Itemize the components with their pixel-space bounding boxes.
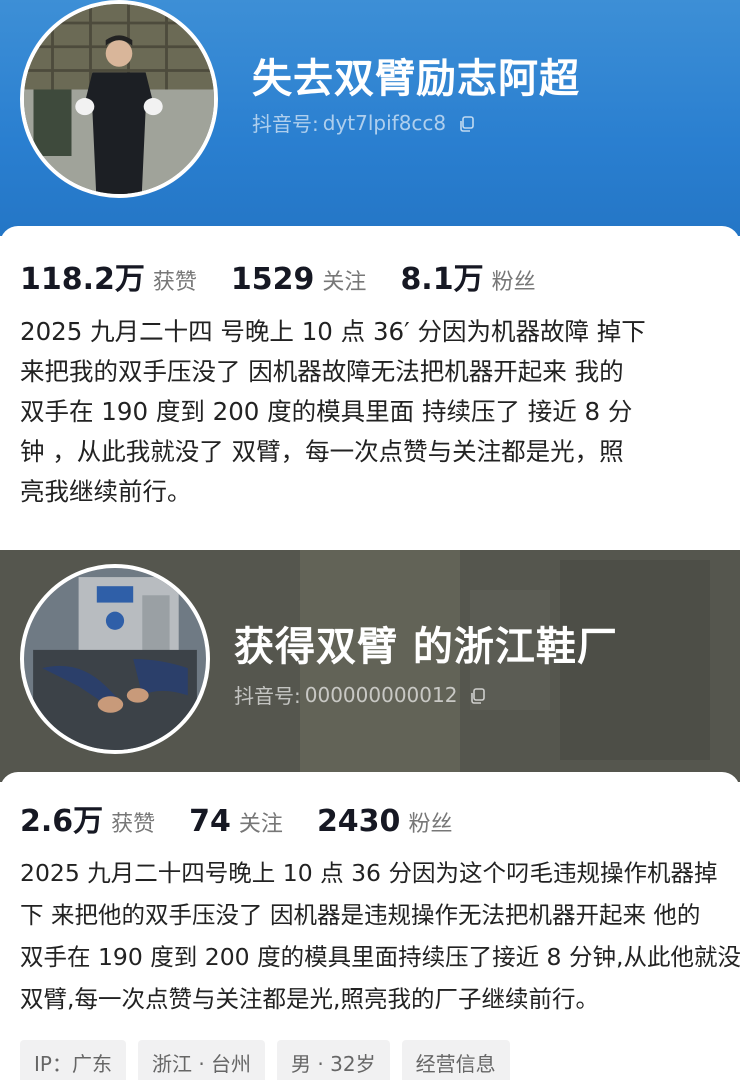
profile-card-1: 失去双臂励志阿超 抖音号: dyt7lpif8cc8 118.2万 获赞 152… xyxy=(0,0,740,540)
bio-line: 下 来把他的双手压没了 因机器是违规操作无法把机器开起来 他的 xyxy=(20,901,701,929)
bio-line: 亮我继续前行。 xyxy=(20,477,192,506)
nickname: 失去双臂励志阿超 xyxy=(252,56,580,102)
stat-followers[interactable]: 8.1万 粉丝 xyxy=(400,254,535,298)
avatar-photo xyxy=(24,4,214,194)
bio-line: 双手在 190 度到 200 度的模具里面持续压了接近 8 分钟,从此他就没了 xyxy=(20,943,740,971)
profile-tags: IP：广东 浙江 · 台州 男 · 32岁 经营信息 xyxy=(20,1040,510,1080)
stat-following[interactable]: 1529 关注 xyxy=(231,262,367,297)
stat-value: 2.6万 xyxy=(20,804,104,839)
stats-row: 118.2万 获赞 1529 关注 8.1万 粉丝 xyxy=(20,254,570,298)
profile-card-2: 获得双臂 的浙江鞋厂 抖音号: 000000000012 2.6万 获赞 74 … xyxy=(0,550,740,1080)
nickname: 获得双臂 的浙江鞋厂 xyxy=(234,624,618,670)
bio-text: 2025 九月二十四 号晚上 10 点 36′ 分因为机器故障 掉下 来把我的双… xyxy=(20,312,724,512)
stat-value: 1529 xyxy=(230,262,315,297)
stat-label: 粉丝 xyxy=(491,270,536,295)
stat-value: 8.1万 xyxy=(400,262,484,297)
stat-value: 2430 xyxy=(316,804,401,839)
douyin-id: 抖音号: dyt7lpif8cc8 xyxy=(252,108,476,137)
bio-line: 2025 九月二十四 号晚上 10 点 36′ 分因为机器故障 掉下 xyxy=(20,317,646,346)
copy-icon[interactable] xyxy=(458,114,476,132)
bio-line: 双手在 190 度到 200 度的模具里面 持续压了 接近 8 分 xyxy=(20,397,633,426)
stats-row: 2.6万 获赞 74 关注 2430 粉丝 xyxy=(20,796,486,840)
avatar[interactable] xyxy=(20,564,210,754)
douyin-id-value: 000000000012 xyxy=(304,682,458,707)
tag-location[interactable]: 浙江 · 台州 xyxy=(137,1040,266,1080)
stat-value: 74 xyxy=(189,804,231,839)
tag-gender-age[interactable]: 男 · 32岁 xyxy=(277,1040,390,1080)
stat-label: 获赞 xyxy=(152,270,197,295)
douyin-id: 抖音号: 000000000012 xyxy=(234,680,487,709)
stat-label: 关注 xyxy=(322,270,367,295)
stat-likes[interactable]: 2.6万 获赞 xyxy=(20,796,155,840)
douyin-id-label: 抖音号: xyxy=(234,684,301,708)
bio-line: 2025 九月二十四号晚上 10 点 36 分因为这个叼毛违规操作机器掉 xyxy=(20,859,718,887)
tag-business-info[interactable]: 经营信息 xyxy=(401,1040,510,1080)
tag-ip[interactable]: IP：广东 xyxy=(20,1040,126,1080)
douyin-id-label: 抖音号: xyxy=(252,112,319,136)
section-divider xyxy=(0,540,740,550)
bio-line: 钟 ，从此我就没了 双臂，每一次点赞与关注都是光，照 xyxy=(20,437,624,466)
bio-line: 来把我的双手压没了 因机器故障无法把机器开起来 我的 xyxy=(20,357,624,386)
avatar-photo xyxy=(24,568,206,750)
stat-likes[interactable]: 118.2万 获赞 xyxy=(20,254,197,298)
stat-label: 关注 xyxy=(238,812,283,837)
avatar[interactable] xyxy=(20,0,218,198)
stat-following[interactable]: 74 关注 xyxy=(189,804,283,839)
copy-icon[interactable] xyxy=(469,686,487,704)
bio-line: 双臂,每一次点赞与关注都是光,照亮我的厂子继续前行。 xyxy=(20,985,599,1013)
bio-text: 2025 九月二十四号晚上 10 点 36 分因为这个叼毛违规操作机器掉 下 来… xyxy=(20,852,740,1020)
profile-info-card: 118.2万 获赞 1529 关注 8.1万 粉丝 2025 九月二十四 号晚上… xyxy=(0,226,740,540)
stat-label: 粉丝 xyxy=(408,812,453,837)
stat-value: 118.2万 xyxy=(20,262,145,297)
profile-info-card: 2.6万 获赞 74 关注 2430 粉丝 2025 九月二十四号晚上 10 点… xyxy=(0,772,740,1080)
stat-label: 获赞 xyxy=(111,812,156,837)
stat-followers[interactable]: 2430 粉丝 xyxy=(317,804,453,839)
douyin-id-value: dyt7lpif8cc8 xyxy=(322,110,447,135)
